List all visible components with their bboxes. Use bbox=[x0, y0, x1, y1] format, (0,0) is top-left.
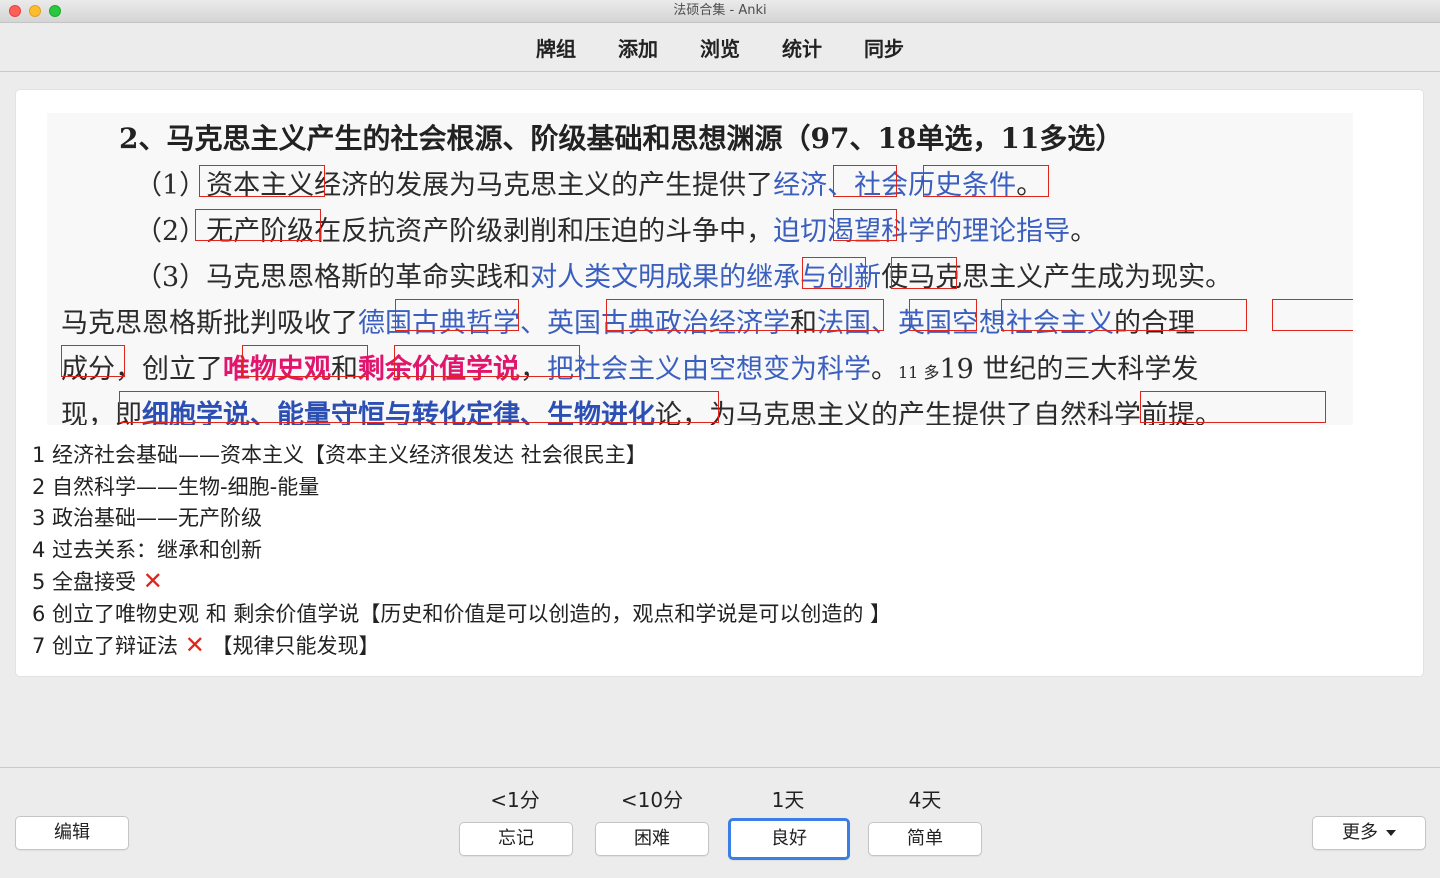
window-title: 法硕合集 - Anki bbox=[673, 3, 767, 18]
note-line-1: 1 经济社会基础——资本主义【资本主义经济很发达 社会很民主】 bbox=[32, 443, 647, 467]
card-notes: 1 经济社会基础——资本主义【资本主义经济很发达 社会很民主】 2 自然科学——… bbox=[32, 440, 891, 663]
minimize-window-button[interactable] bbox=[29, 5, 41, 17]
more-button[interactable]: 更多 bbox=[1312, 816, 1426, 850]
highlight-box bbox=[606, 299, 884, 331]
review-bottom-bar: 编辑 <1分 <10分 1天 4天 忘记 困难 良好 简单 更多 bbox=[0, 767, 1440, 878]
cross-mark-icon: ✕ bbox=[184, 631, 205, 659]
due-good: 1天 bbox=[771, 788, 805, 812]
highlight-box bbox=[119, 391, 719, 423]
highlight-box bbox=[909, 299, 977, 331]
caret-down-icon bbox=[1386, 830, 1396, 836]
image-line-3: （3）马克思恩格斯的革命实践和对人类文明成果的继承与创新使马克思主义产生成为现实… bbox=[135, 262, 1233, 293]
highlight-box bbox=[394, 345, 580, 377]
zoom-window-button[interactable] bbox=[49, 5, 61, 17]
edit-button[interactable]: 编辑 bbox=[15, 816, 129, 850]
card-view: 2、马克思主义产生的社会根源、阶级基础和思想渊源（97、18单选，11多选） （… bbox=[16, 90, 1423, 676]
highlight-box bbox=[61, 345, 125, 377]
highlight-box bbox=[833, 209, 897, 241]
good-button[interactable]: 良好 bbox=[728, 818, 850, 860]
due-hard: <10分 bbox=[620, 788, 684, 812]
toolbar-browse[interactable]: 浏览 bbox=[700, 33, 740, 62]
due-again: <1分 bbox=[490, 788, 540, 812]
more-label: 更多 bbox=[1342, 822, 1378, 843]
hard-button[interactable]: 困难 bbox=[595, 822, 709, 856]
note-line-5: 5 全盘接受 ✕ bbox=[32, 567, 163, 595]
toolbar-add[interactable]: 添加 bbox=[618, 33, 658, 62]
due-easy: 4天 bbox=[908, 788, 942, 812]
title-bar: 法硕合集 - Anki bbox=[0, 0, 1440, 23]
highlight-box bbox=[199, 165, 325, 197]
note-line-3: 3 政治基础——无产阶级 bbox=[32, 506, 263, 530]
note-line-7: 7 创立了辩证法 ✕ 【规律只能发现】 bbox=[32, 631, 380, 659]
note-line-6: 6 创立了唯物史观 和 剩余价值学说【历史和价值是可以创造的，观点和学说是可以创… bbox=[32, 601, 892, 626]
highlight-box bbox=[395, 299, 519, 331]
main-toolbar: 牌组 添加 浏览 统计 同步 bbox=[0, 23, 1440, 72]
close-window-button[interactable] bbox=[9, 5, 21, 17]
again-button[interactable]: 忘记 bbox=[459, 822, 573, 856]
note-line-4: 4 过去关系：继承和创新 bbox=[32, 537, 263, 562]
cross-mark-icon: ✕ bbox=[142, 567, 163, 595]
highlight-box bbox=[1001, 299, 1247, 331]
highlight-box bbox=[242, 345, 368, 377]
image-heading: 2、马克思主义产生的社会根源、阶级基础和思想渊源（97、18单选，11多选） bbox=[119, 122, 1124, 155]
highlight-box bbox=[923, 165, 1049, 197]
easy-button[interactable]: 简单 bbox=[868, 822, 982, 856]
card-image: 2、马克思主义产生的社会根源、阶级基础和思想渊源（97、18单选，11多选） （… bbox=[47, 113, 1353, 425]
highlight-box bbox=[891, 257, 957, 289]
highlight-box bbox=[802, 257, 866, 289]
highlight-box bbox=[1140, 391, 1326, 423]
highlight-box bbox=[195, 209, 321, 241]
note-line-2: 2 自然科学——生物-细胞-能量 bbox=[32, 474, 320, 499]
highlight-box bbox=[833, 165, 897, 197]
highlight-box bbox=[1272, 299, 1353, 331]
toolbar-sync[interactable]: 同步 bbox=[864, 33, 904, 62]
image-line-5: 成分，创立了唯物史观和剩余价值学说，把社会主义由空想变为科学。11 多19 世纪… bbox=[61, 354, 1199, 385]
toolbar-stats[interactable]: 统计 bbox=[782, 33, 822, 62]
toolbar-decks[interactable]: 牌组 bbox=[536, 33, 576, 62]
